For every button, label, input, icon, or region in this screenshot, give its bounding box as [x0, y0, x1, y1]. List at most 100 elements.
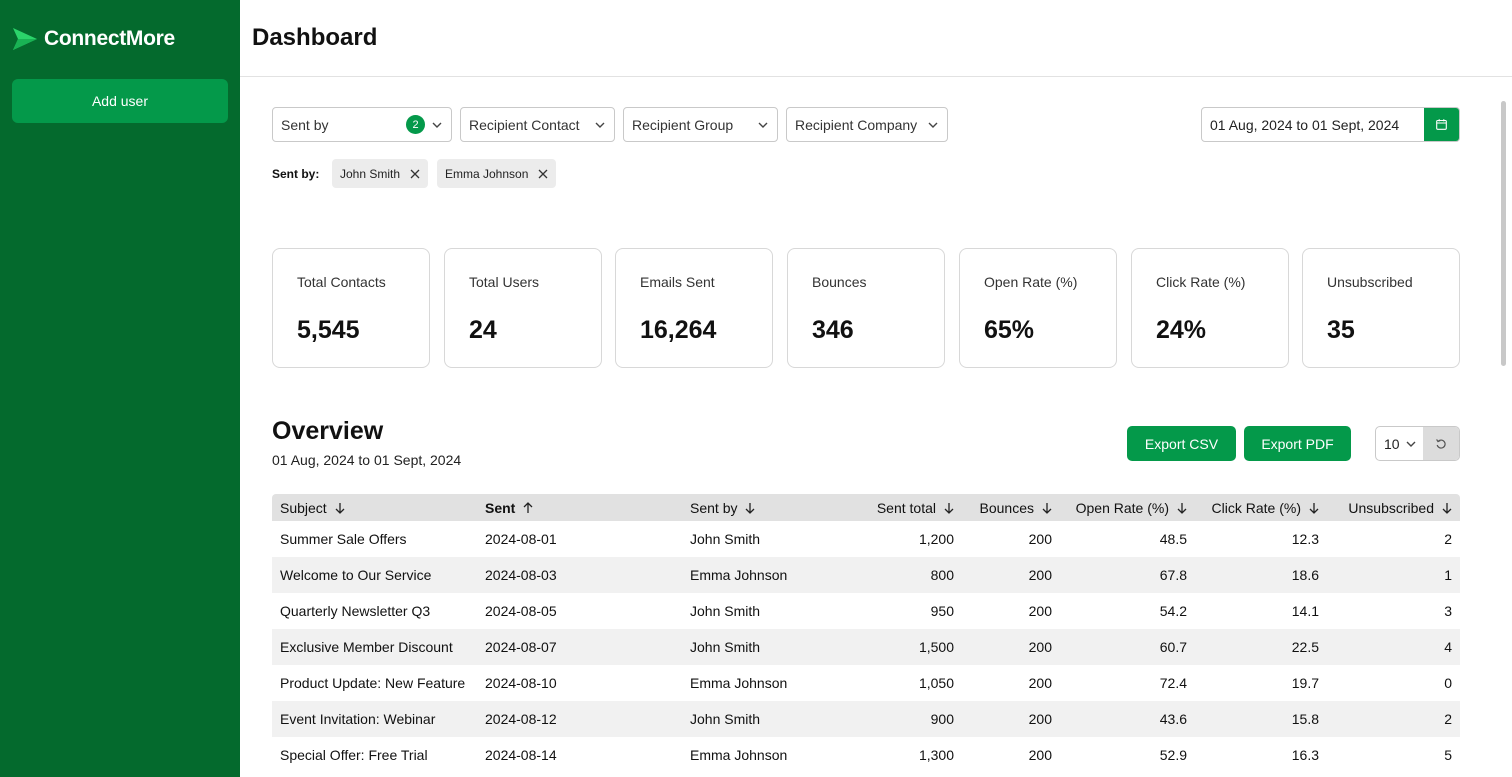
cell-sent: 2024-08-10 [485, 675, 557, 691]
column-header-unsubscribed[interactable]: Unsubscribed [1327, 500, 1460, 516]
cell-sent-by: John Smith [690, 711, 761, 727]
cell-sent: 2024-08-14 [485, 747, 557, 763]
table-row[interactable]: Summer Sale Offers 2024-08-01 John Smith… [272, 521, 1460, 557]
cell-bounces: 200 [1028, 747, 1052, 763]
table-row[interactable]: Welcome to Our Service 2024-08-03 Emma J… [272, 557, 1460, 593]
stat-label: Click Rate (%) [1156, 274, 1246, 290]
sort-desc-icon [1177, 502, 1187, 514]
cell-open-rate: 67.8 [1159, 567, 1187, 583]
stat-label: Total Users [469, 274, 540, 290]
overview-date-range: 01 Aug, 2024 to 01 Sept, 2024 [272, 452, 462, 468]
cell-bounces: 200 [1028, 531, 1052, 547]
chevron-down-icon [757, 119, 769, 131]
column-header-label: Bounces [979, 499, 1034, 516]
cell-click-rate: 16.3 [1291, 747, 1319, 763]
overview-table: Subject Sent Sent by Sent total Bounces … [272, 494, 1460, 773]
cell-click-rate: 12.3 [1291, 531, 1319, 547]
filter-sent-by-label: Sent by [281, 116, 329, 133]
filter-recipient-contact[interactable]: Recipient Contact [460, 107, 615, 142]
chevron-down-icon [1405, 438, 1417, 450]
date-range-picker[interactable]: 01 Aug, 2024 to 01 Sept, 2024 [1201, 107, 1460, 142]
cell-unsubscribed: 0 [1444, 675, 1452, 691]
page-size-selector: 10 [1375, 426, 1460, 461]
scrollbar[interactable] [1501, 101, 1506, 366]
cell-subject: Exclusive Member Discount [280, 639, 453, 655]
column-header-click-rate[interactable]: Click Rate (%) [1195, 500, 1327, 516]
stat-value: 65% [984, 316, 1035, 344]
table-row[interactable]: Product Update: New Feature 2024-08-10 E… [272, 665, 1460, 701]
cell-sent-by: John Smith [690, 603, 761, 619]
cell-bounces: 200 [1028, 711, 1052, 727]
cell-click-rate: 15.8 [1291, 711, 1319, 727]
export-csv-button[interactable]: Export CSV [1127, 426, 1236, 461]
filter-recipient-company-label: Recipient Company [795, 116, 918, 133]
column-header-label: Subject [280, 499, 327, 516]
date-range-input[interactable]: 01 Aug, 2024 to 01 Sept, 2024 [1202, 108, 1424, 141]
table-row[interactable]: Exclusive Member Discount 2024-08-07 Joh… [272, 629, 1460, 665]
stat-label: Total Contacts [297, 274, 386, 290]
remove-chip-close-icon[interactable] [538, 169, 548, 179]
export-pdf-button[interactable]: Export PDF [1244, 426, 1351, 461]
cell-open-rate: 52.9 [1159, 747, 1187, 763]
filter-recipient-company[interactable]: Recipient Company [786, 107, 948, 142]
reset-button[interactable] [1423, 427, 1459, 460]
cell-subject: Special Offer: Free Trial [280, 747, 428, 763]
stat-card-open-rate: Open Rate (%) 65% [959, 248, 1117, 368]
reset-icon [1436, 438, 1446, 449]
column-header-bounces[interactable]: Bounces [962, 500, 1060, 516]
calendar-button[interactable] [1424, 108, 1459, 141]
stat-value: 5,545 [297, 316, 360, 344]
sidebar: ConnectMore Add user [0, 0, 240, 777]
filter-sent-by[interactable]: Sent by 2 [272, 107, 452, 142]
cell-click-rate: 22.5 [1291, 639, 1319, 655]
cell-sent-by: John Smith [690, 639, 761, 655]
cell-click-rate: 18.6 [1291, 567, 1319, 583]
stat-value: 24 [469, 316, 497, 344]
add-user-button[interactable]: Add user [12, 79, 228, 123]
cell-bounces: 200 [1028, 639, 1052, 655]
table-row[interactable]: Special Offer: Free Trial 2024-08-14 Emm… [272, 737, 1460, 773]
table-row[interactable]: Quarterly Newsletter Q3 2024-08-05 John … [272, 593, 1460, 629]
cell-bounces: 200 [1028, 567, 1052, 583]
cell-sent-by: Emma Johnson [690, 675, 788, 691]
stat-value: 24% [1156, 316, 1207, 344]
filter-chip-label: John Smith [340, 166, 401, 181]
column-header-sent-total[interactable]: Sent total [842, 500, 962, 516]
table-row[interactable]: Event Invitation: Webinar 2024-08-12 Joh… [272, 701, 1460, 737]
cell-unsubscribed: 3 [1444, 603, 1452, 619]
stat-label: Open Rate (%) [984, 274, 1078, 290]
column-header-subject[interactable]: Subject [272, 500, 477, 516]
stat-value: 35 [1327, 316, 1355, 344]
cell-sent-total: 1,050 [918, 675, 954, 691]
cell-sent-by: John Smith [690, 531, 761, 547]
cell-unsubscribed: 2 [1444, 531, 1452, 547]
stat-card-click-rate: Click Rate (%) 24% [1131, 248, 1289, 368]
remove-chip-close-icon[interactable] [410, 169, 420, 179]
cell-click-rate: 19.7 [1291, 675, 1319, 691]
column-header-label: Sent by [690, 499, 738, 516]
cell-sent: 2024-08-03 [485, 567, 557, 583]
cell-bounces: 200 [1028, 675, 1052, 691]
cell-subject: Product Update: New Feature [280, 675, 466, 691]
filter-chip: Emma Johnson [437, 159, 557, 188]
column-header-open-rate[interactable]: Open Rate (%) [1060, 500, 1195, 516]
active-filters-label: Sent by: [272, 167, 320, 181]
cell-sent: 2024-08-01 [485, 531, 557, 547]
cell-open-rate: 54.2 [1159, 603, 1187, 619]
cell-open-rate: 60.7 [1159, 639, 1187, 655]
filter-chip: John Smith [332, 159, 429, 188]
column-header-label: Unsubscribed [1348, 499, 1434, 516]
cell-bounces: 200 [1028, 603, 1052, 619]
stat-label: Unsubscribed [1327, 274, 1413, 290]
filter-recipient-group[interactable]: Recipient Group [623, 107, 778, 142]
column-header-sent-by[interactable]: Sent by [682, 500, 842, 516]
column-header-sent[interactable]: Sent [477, 500, 682, 516]
cell-click-rate: 14.1 [1291, 603, 1319, 619]
app-logo[interactable]: ConnectMore [12, 26, 175, 52]
cell-open-rate: 48.5 [1159, 531, 1187, 547]
page-size-select[interactable]: 10 [1376, 427, 1423, 460]
stat-label: Emails Sent [640, 274, 715, 290]
chevron-down-icon [594, 119, 606, 131]
filter-recipient-contact-label: Recipient Contact [469, 116, 580, 133]
cell-sent-by: Emma Johnson [690, 567, 788, 583]
